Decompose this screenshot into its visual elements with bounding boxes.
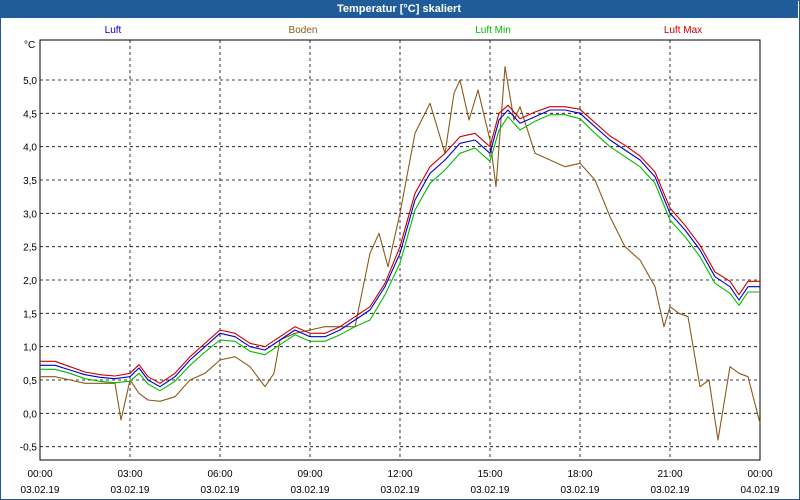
x-tick-date: 03.02.19 [291,485,330,496]
chart-canvas: Luft Boden Luft Min Luft Max 5,0 4,5 4,0 3,5 3,… [20,25,780,496]
x-tick-date: 03.02.19 [201,485,240,496]
x-tick-time: 15:00 [477,469,502,480]
x-tick-date: 03.02.19 [651,485,690,496]
y-tick-label: 5,0 [23,76,37,87]
x-tick-time: 12:00 [387,469,412,480]
x-tick-date: 03.02.19 [381,485,420,496]
legend: Luft Boden Luft Min Luft Max [105,25,703,36]
y-tick-label: 0,5 [23,376,37,387]
x-tick-date: 03.02.19 [111,485,150,496]
x-tick-time: 00:00 [27,469,52,480]
y-tick-label: 0,0 [23,409,37,420]
x-tick-date: 03.02.19 [21,485,60,496]
x-tick-time: 00:00 [747,469,772,480]
y-tick-label: 4,5 [23,109,37,120]
series-line-luft [40,109,760,388]
y-tick-label: 3,5 [23,176,37,187]
x-tick-date: 03.02.19 [471,485,510,496]
legend-entry: Boden [289,25,318,36]
y-tick-label: 4,0 [23,143,37,154]
x-tick-date: 04.02.19 [741,485,780,496]
grid-lines [40,40,760,460]
legend-entry: Luft Min [475,25,511,36]
x-tick-time: 09:00 [297,469,322,480]
x-tick-time: 03:00 [117,469,142,480]
y-tick-label: -0,5 [20,443,38,454]
y-tick-label: 3,0 [23,209,37,220]
x-tick-time: 21:00 [657,469,682,480]
y-tick-label: 2,5 [23,243,37,254]
x-tick-time: 18:00 [567,469,592,480]
legend-entry: Luft Max [664,25,702,36]
y-tick-label: 1,0 [23,343,37,354]
x-tick-time: 06:00 [207,469,232,480]
y-tick-label: 1,5 [23,309,37,320]
legend-entry: Luft [105,25,122,36]
y-tick-label: 2,0 [23,276,37,287]
x-tick-date: 03.02.19 [561,485,600,496]
y-axis-unit: °C [24,40,35,51]
